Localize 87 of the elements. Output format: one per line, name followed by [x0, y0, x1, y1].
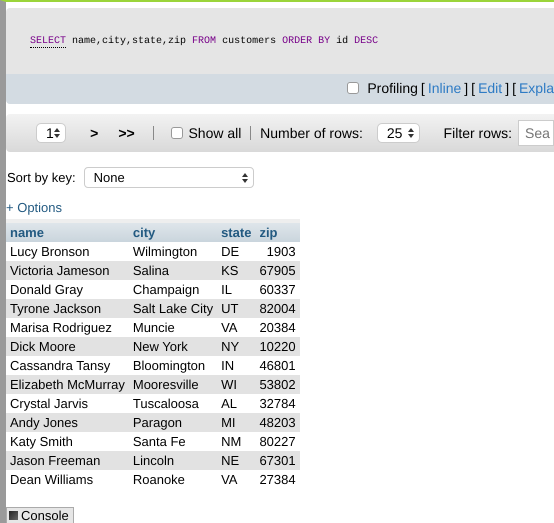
show-all-label: Show all — [188, 125, 242, 141]
table-cell: Katy Smith — [6, 432, 129, 451]
table-cell: MI — [217, 413, 256, 432]
table-cell: NM — [217, 432, 256, 451]
column-header[interactable]: name — [6, 221, 129, 242]
table-cell: 67905 — [255, 261, 300, 280]
table-cell: VA — [217, 470, 256, 489]
table-cell: Mooresville — [128, 375, 218, 394]
table-cell: WI — [217, 375, 256, 394]
table-cell: Champaign — [128, 280, 218, 299]
filter-field[interactable]: Sea — [518, 120, 554, 146]
sort-label: Sort by key: — [7, 170, 76, 185]
table-cell: Dean Williams — [6, 470, 129, 489]
sql-keyword: FROM — [192, 36, 216, 48]
spinner-arrows-icon — [242, 172, 248, 182]
spinner-arrows-icon — [408, 128, 414, 138]
next-page-button[interactable]: > — [90, 125, 98, 141]
table-cell: Tyrone Jackson — [6, 299, 129, 318]
rows-label: Number of rows: — [260, 125, 363, 141]
table-cell: Salt Lake City — [128, 299, 218, 318]
table-cell: 27384 — [255, 470, 300, 489]
table-cell: 1903 — [255, 242, 300, 261]
table-cell: 46801 — [255, 356, 300, 375]
table-cell: UT — [217, 299, 256, 318]
table-cell: Victoria Jameson — [6, 261, 129, 280]
table-cell: Paragon — [128, 413, 218, 432]
last-page-button[interactable]: >> — [118, 125, 135, 141]
table-cell: AL — [217, 394, 256, 413]
table-cell: KS — [217, 261, 256, 280]
table-cell: Santa Fe — [128, 432, 218, 451]
sql-text: customers — [222, 36, 276, 48]
bracket-text: ] — [464, 80, 468, 96]
bracket-text: [ — [512, 80, 516, 96]
table-cell: DE — [217, 242, 256, 261]
table-cell: Marisa Rodriguez — [6, 318, 129, 337]
bracket-text: [ — [471, 80, 476, 96]
bracket-text: ] — [505, 80, 510, 96]
sort-select[interactable]: None — [84, 167, 254, 188]
bracket-text: [ — [420, 80, 425, 96]
profiling-label: Profiling — [367, 80, 418, 96]
table-cell: Dick Moore — [6, 337, 129, 356]
table-cell: NY — [217, 337, 256, 356]
table-cell: 10220 — [255, 337, 300, 356]
table-cell: Tuscaloosa — [128, 394, 218, 413]
column-header[interactable]: state — [217, 221, 256, 242]
sql-keyword[interactable]: SELECT — [30, 36, 66, 48]
table-cell: 80227 — [255, 432, 300, 451]
console-icon — [9, 511, 18, 520]
column-header[interactable]: zip — [255, 221, 300, 242]
table-cell: VA — [217, 318, 256, 337]
sql-keyword: DESC — [354, 36, 378, 48]
table-cell: 60337 — [255, 280, 300, 299]
column-header[interactable]: city — [128, 221, 218, 242]
console-tab[interactable]: Console — [6, 507, 74, 523]
table-cell: New York — [128, 337, 218, 356]
table-cell: 82004 — [255, 299, 300, 318]
sql-text: name,city,state,zip — [72, 36, 186, 48]
table-cell: 20384 — [255, 318, 300, 337]
table-cell: 53802 — [255, 375, 300, 394]
options-link[interactable]: + Options — [6, 200, 554, 215]
table-cell: Lincoln — [128, 451, 218, 470]
table-cell: Muncie — [128, 318, 218, 337]
show-all-checkbox[interactable] — [171, 127, 184, 139]
table-cell: 32784 — [255, 394, 300, 413]
rows-select[interactable]: 25 — [376, 123, 420, 143]
table-cell: Crystal Jarvis — [6, 394, 129, 413]
table-cell: 67301 — [255, 451, 300, 470]
page-select[interactable]: 1 — [36, 123, 66, 143]
profiling-checkbox[interactable] — [347, 82, 360, 94]
table-cell: Andy Jones — [6, 413, 129, 432]
table-cell: IN — [217, 356, 256, 375]
table-cell: Donald Gray — [6, 280, 129, 299]
table-cell: Salina — [128, 261, 218, 280]
table-cell: Bloomington — [128, 356, 218, 375]
filter-label: Filter rows: — [444, 125, 512, 141]
sql-keyword: ORDER BY — [282, 36, 330, 48]
table-cell: Lucy Bronson — [6, 242, 129, 261]
table-cell: IL — [217, 280, 256, 299]
table-cell: Roanoke — [128, 470, 218, 489]
table-cell: NE — [217, 451, 256, 470]
sql-text: id — [336, 36, 348, 48]
spinner-arrows-icon — [54, 128, 60, 138]
table-cell: 48203 — [255, 413, 300, 432]
table-cell: Wilmington — [128, 242, 218, 261]
table-cell: Cassandra Tansy — [6, 356, 129, 375]
table-cell: Elizabeth McMurray — [6, 375, 129, 394]
table-cell: Jason Freeman — [6, 451, 129, 470]
